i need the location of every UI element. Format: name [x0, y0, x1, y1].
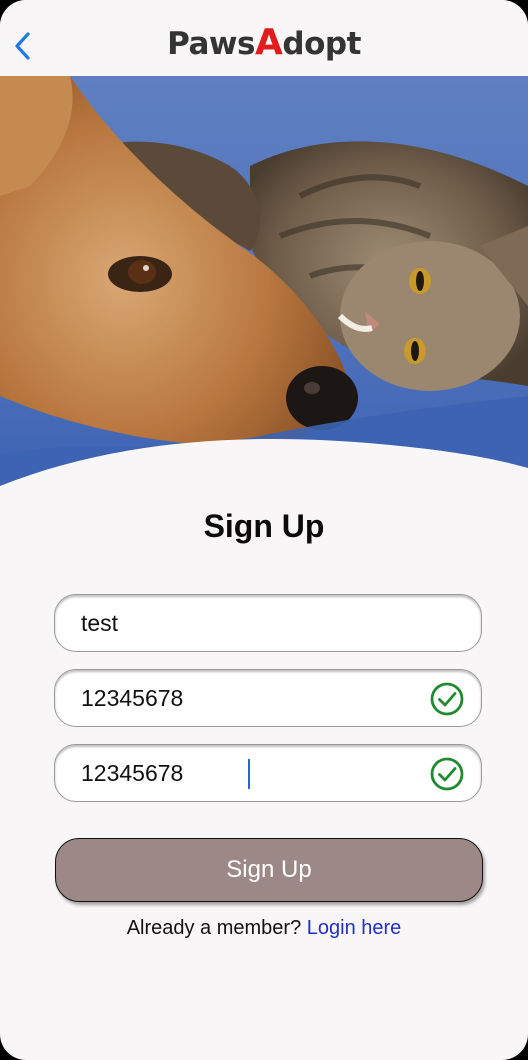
app-header: PawsAdopt: [0, 0, 528, 76]
page-title: Sign Up: [203, 508, 325, 544]
brand-text-dopt: dopt: [282, 26, 361, 62]
password-input[interactable]: [81, 670, 411, 726]
login-link[interactable]: Login here: [307, 917, 402, 939]
app-logo: PawsAdopt: [0, 22, 528, 63]
password-field[interactable]: [54, 669, 482, 727]
hero-image: [0, 76, 528, 496]
username-input[interactable]: [81, 595, 411, 651]
confirm-password-input[interactable]: [81, 745, 411, 801]
text-caret: [248, 759, 250, 789]
brand-text-paws: Paws: [167, 26, 256, 62]
check-circle-icon: [430, 757, 464, 791]
signup-screen: PawsAdopt Sign Up test 12345678 12345678…: [0, 0, 528, 1060]
login-prompt: Already a member? Login here: [0, 917, 528, 940]
username-field[interactable]: [54, 594, 482, 652]
sign-up-button[interactable]: Sign Up: [55, 838, 483, 902]
brand-text-accent: A: [255, 22, 283, 63]
already-member-text: Already a member?: [126, 917, 302, 939]
confirm-password-field[interactable]: [54, 744, 482, 802]
check-circle-icon: [430, 682, 464, 716]
